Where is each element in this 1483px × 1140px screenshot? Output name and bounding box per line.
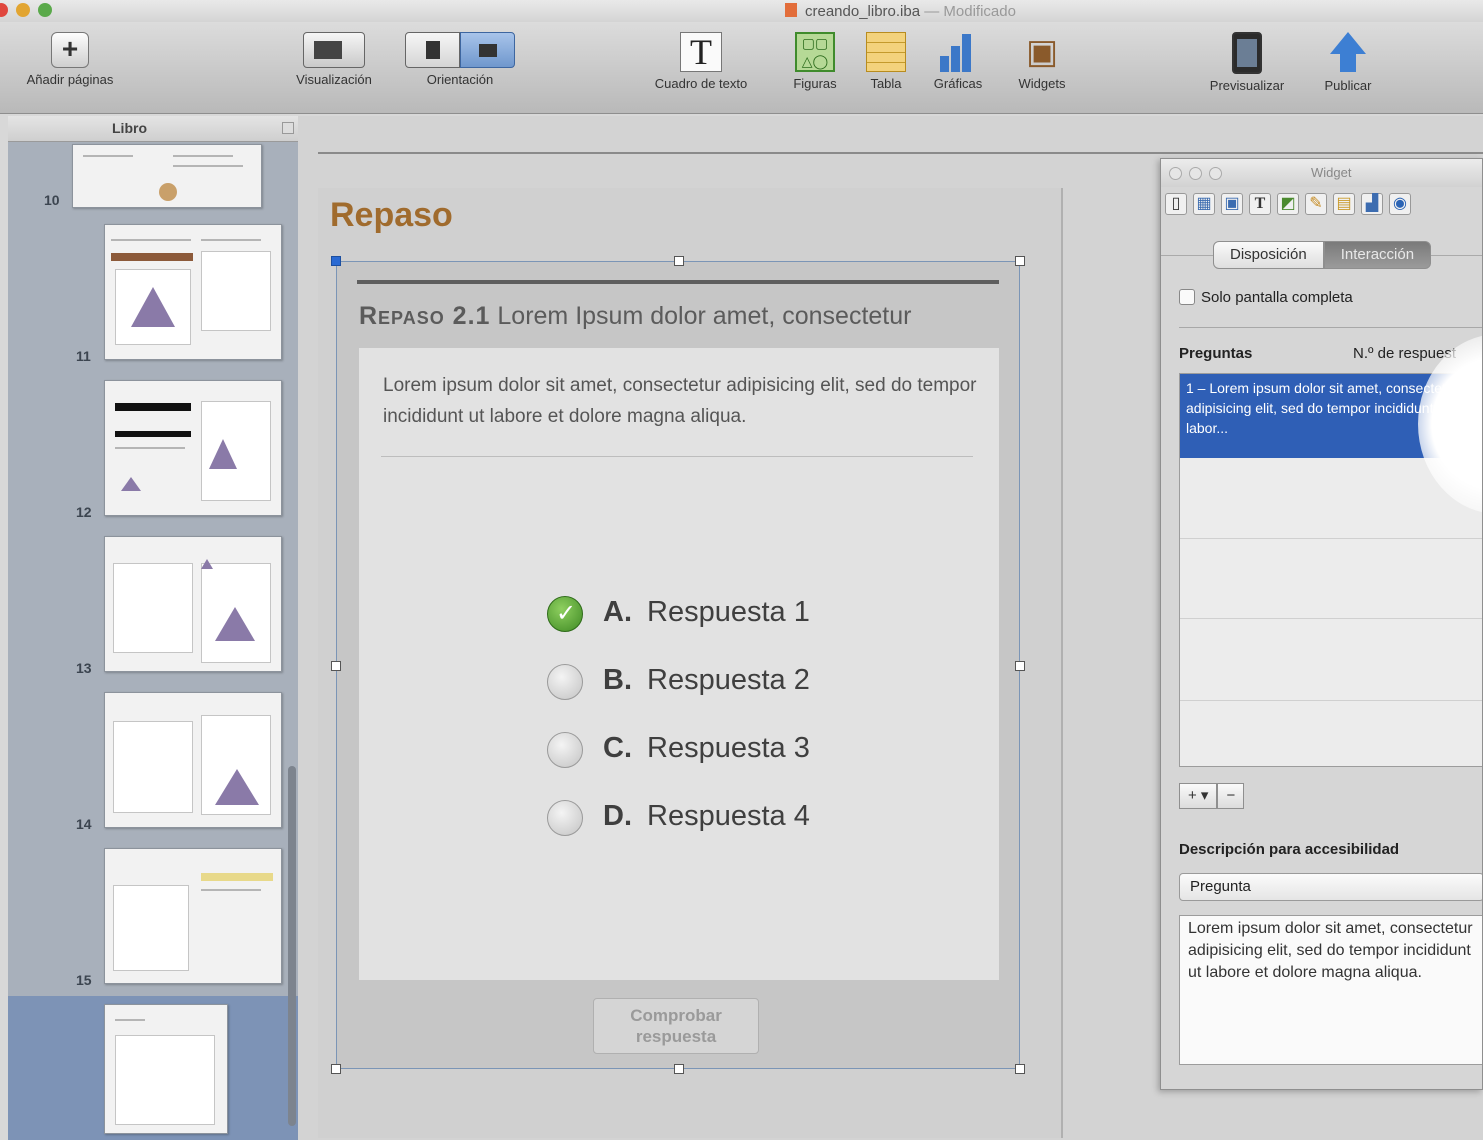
tab-interaction[interactable]: Interacción: [1323, 241, 1432, 269]
orientation-button[interactable]: Orientación: [400, 32, 520, 87]
accessibility-description-textarea[interactable]: Lorem ipsum dolor sit amet, consectetur …: [1179, 915, 1482, 1065]
radio-icon[interactable]: [547, 732, 583, 768]
document-icon: [785, 3, 797, 17]
page-number: 13: [76, 660, 92, 676]
charts-button[interactable]: Gráficas: [920, 32, 996, 91]
sidebar-header: Libro: [8, 116, 298, 142]
accessibility-section-label: Descripción para accesibilidad: [1179, 841, 1400, 858]
page-number: 11: [76, 348, 91, 364]
accessibility-target-select[interactable]: Pregunta: [1179, 873, 1482, 901]
chart-inspector-icon[interactable]: ▟: [1361, 193, 1383, 215]
radio-checked-icon[interactable]: [547, 596, 583, 632]
preview-icon: [1232, 32, 1262, 74]
page-thumbnail-13[interactable]: [104, 536, 282, 672]
widget-top-rule: [357, 280, 999, 284]
resize-handle-top-left[interactable]: [331, 256, 341, 266]
orientation-icon: [405, 32, 515, 68]
radio-icon[interactable]: [547, 800, 583, 836]
resize-handle-left[interactable]: [331, 661, 341, 671]
graphic-inspector-icon[interactable]: ◩: [1277, 193, 1299, 215]
close-window-button[interactable]: [0, 3, 8, 17]
book-page: Repaso Repaso 2.1 Lorem Ipsum dolor amet…: [318, 188, 1063, 1138]
window-title-bar: creando_libro.iba — Modificado: [0, 0, 1483, 22]
add-page-icon: +: [51, 32, 89, 68]
inspector-close-button[interactable]: [1169, 167, 1182, 180]
widget-inspector: Widget ▯ ▦ ▣ T ◩ ✎ ▤ ▟ ◉ Disposición Int…: [1160, 158, 1483, 1090]
page-number: 12: [76, 504, 92, 520]
page-number: 15: [76, 972, 92, 988]
radio-icon[interactable]: [547, 664, 583, 700]
widget-inspector-icon[interactable]: ◉: [1389, 193, 1411, 215]
questions-list[interactable]: 1 – Lorem ipsum dolor sit amet, consecte…: [1179, 334, 1482, 767]
page-thumbnail-15[interactable]: [104, 848, 282, 984]
chart-icon: [936, 32, 980, 72]
text-box-icon: T: [680, 32, 722, 72]
page-top-rule: [318, 152, 1483, 154]
wrap-inspector-icon[interactable]: ▣: [1221, 193, 1243, 215]
page-number: 10: [44, 192, 60, 208]
check-answer-button[interactable]: Comprobar respuesta: [593, 998, 759, 1054]
page-thumbnail-16[interactable]: [104, 1004, 228, 1134]
page-number: 14: [76, 816, 92, 832]
page-thumbnail-10[interactable]: [72, 144, 262, 208]
page-thumbnail-12[interactable]: [104, 380, 282, 516]
list-row-divider: [1180, 618, 1482, 619]
checkbox-icon[interactable]: [1179, 289, 1195, 305]
layout-inspector-icon[interactable]: ▦: [1193, 193, 1215, 215]
widgets-icon: ▣: [1025, 32, 1059, 72]
document-inspector-icon[interactable]: ▯: [1165, 193, 1187, 215]
publish-button[interactable]: Publicar: [1310, 32, 1386, 93]
widgets-button[interactable]: ▣ Widgets: [1002, 32, 1082, 91]
question-separator: [381, 456, 973, 457]
page-title[interactable]: Repaso: [330, 196, 453, 235]
table-icon: [866, 32, 906, 72]
book-sidebar: Libro 10 11 12 13 14 15: [8, 116, 298, 1140]
window-title: creando_libro.iba — Modificado: [785, 3, 1016, 20]
inspector-minimize-button[interactable]: [1189, 167, 1202, 180]
sidebar-scrollbar[interactable]: [288, 766, 296, 1126]
questions-column-header: Preguntas: [1179, 345, 1253, 362]
shapes-icon: ▢▢ △◯: [795, 32, 835, 72]
widget-heading: Repaso 2.1 Lorem Ipsum dolor amet, conse…: [359, 302, 912, 330]
resize-handle-bottom-left[interactable]: [331, 1064, 341, 1074]
inspector-segmented-control: Disposición Interacción: [1213, 241, 1432, 269]
add-pages-button[interactable]: + Añadir páginas: [6, 32, 134, 87]
minimize-window-button[interactable]: [16, 3, 30, 17]
text-box-button[interactable]: T Cuadro de texto: [630, 32, 772, 91]
shapes-button[interactable]: ▢▢ △◯ Figuras: [780, 32, 850, 91]
add-question-button[interactable]: + ▾: [1179, 783, 1218, 809]
review-widget[interactable]: Repaso 2.1 Lorem Ipsum dolor amet, conse…: [331, 256, 1025, 1074]
table-inspector-icon[interactable]: ▤: [1333, 193, 1355, 215]
question-text: Lorem ipsum dolor sit amet, consectetur …: [383, 375, 977, 427]
view-button[interactable]: Visualización: [276, 32, 392, 87]
page-thumbnail-11[interactable]: [104, 224, 282, 360]
preview-button[interactable]: Previsualizar: [1188, 32, 1306, 93]
section-divider: [1179, 327, 1482, 328]
resize-handle-top-right[interactable]: [1015, 256, 1025, 266]
tab-layout[interactable]: Disposición: [1213, 241, 1324, 269]
resize-handle-right[interactable]: [1015, 661, 1025, 671]
toolbar: + Añadir páginas Visualización Orientaci…: [0, 22, 1483, 114]
page-thumbnail-14[interactable]: [104, 692, 282, 828]
zoom-window-button[interactable]: [38, 3, 52, 17]
publish-icon: [1326, 32, 1370, 74]
text-inspector-icon[interactable]: T: [1249, 193, 1271, 215]
list-row-divider: [1180, 700, 1482, 701]
resize-handle-bottom-right[interactable]: [1015, 1064, 1025, 1074]
remove-question-button[interactable]: −: [1217, 783, 1245, 809]
view-icon: [303, 32, 365, 68]
sidebar-options-icon[interactable]: [282, 122, 294, 134]
resize-handle-bottom[interactable]: [674, 1064, 684, 1074]
inspector-zoom-button[interactable]: [1209, 167, 1222, 180]
fullscreen-only-checkbox[interactable]: Solo pantalla completa: [1179, 289, 1353, 306]
inspector-title-bar: Widget: [1161, 159, 1482, 187]
table-button[interactable]: Tabla: [856, 32, 916, 91]
metrics-inspector-icon[interactable]: ✎: [1305, 193, 1327, 215]
resize-handle-top[interactable]: [674, 256, 684, 266]
question-card: Lorem ipsum dolor sit amet, consectetur …: [359, 348, 999, 980]
inspector-tab-icons: ▯ ▦ ▣ T ◩ ✎ ▤ ▟ ◉: [1165, 189, 1482, 221]
question-add-remove-controls: + ▾ −: [1179, 783, 1245, 811]
list-row-divider: [1180, 538, 1482, 539]
